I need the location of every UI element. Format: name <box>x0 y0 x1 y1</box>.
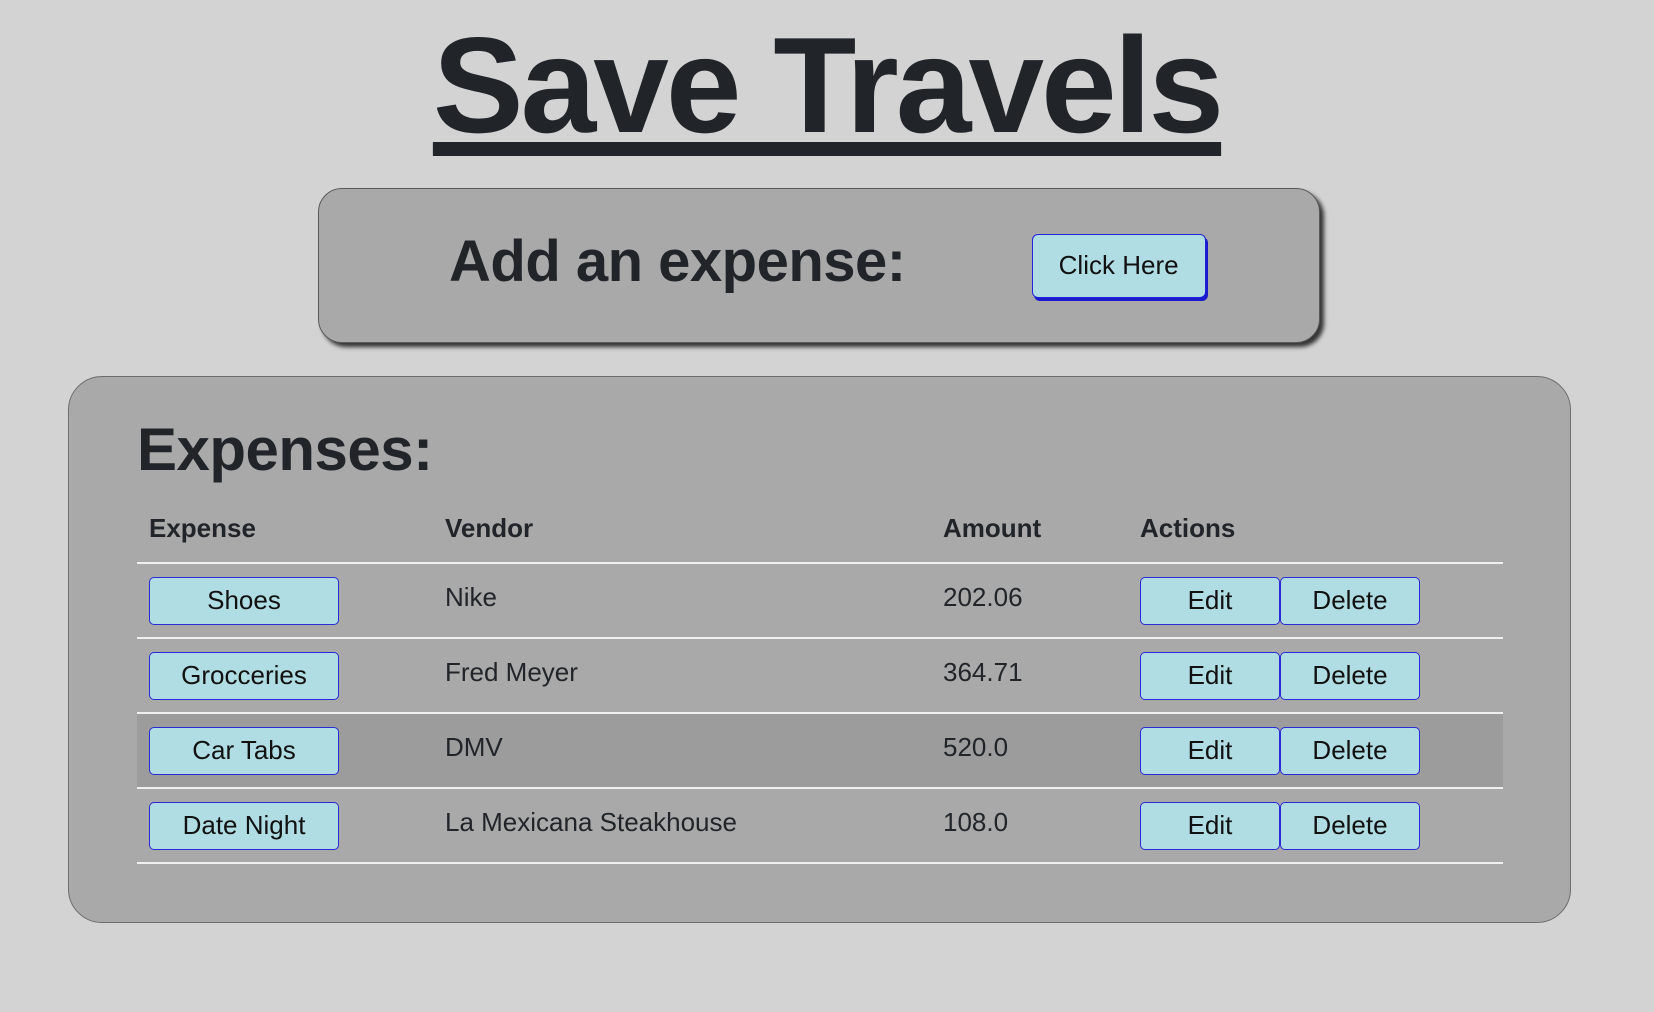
expense-button[interactable]: Grocceries <box>149 651 339 700</box>
column-header-amount: Amount <box>931 509 1128 564</box>
amount-cell: 108.0 <box>931 788 1128 864</box>
amount-cell: 364.71 <box>931 638 1128 714</box>
column-header-vendor: Vendor <box>433 509 931 564</box>
actions-cell: Edit Delete <box>1128 563 1503 639</box>
actions-cell: Edit Delete <box>1128 713 1503 789</box>
expenses-card: Expenses: Expense Vendor Amount Actions … <box>68 376 1571 923</box>
column-header-expense: Expense <box>137 509 433 564</box>
add-expense-button[interactable]: Click Here <box>1031 233 1206 298</box>
vendor-cell: La Mexicana Steakhouse <box>433 788 931 864</box>
expense-button[interactable]: Shoes <box>149 576 339 625</box>
vendor-cell: Nike <box>433 563 931 639</box>
actions-cell: Edit Delete <box>1128 638 1503 714</box>
edit-button[interactable]: Edit <box>1140 801 1280 850</box>
expense-cell: Shoes <box>137 563 433 639</box>
expense-button[interactable]: Date Night <box>149 801 339 850</box>
edit-button[interactable]: Edit <box>1140 576 1280 625</box>
page-title: Save Travels <box>0 10 1654 160</box>
expenses-table: Expense Vendor Amount Actions Shoes Nike… <box>137 509 1503 864</box>
actions-cell: Edit Delete <box>1128 788 1503 864</box>
vendor-cell: DMV <box>433 713 931 789</box>
column-header-actions: Actions <box>1128 509 1503 564</box>
table-row: Shoes Nike 202.06 Edit Delete <box>137 563 1503 639</box>
expense-cell: Car Tabs <box>137 713 433 789</box>
add-expense-label: Add an expense: <box>449 229 906 294</box>
expense-cell: Grocceries <box>137 638 433 714</box>
table-row: Car Tabs DMV 520.0 Edit Delete <box>137 713 1503 789</box>
table-row: Date Night La Mexicana Steakhouse 108.0 … <box>137 788 1503 864</box>
page-title-text: Save Travels <box>432 9 1224 161</box>
delete-button[interactable]: Delete <box>1280 651 1420 700</box>
delete-button[interactable]: Delete <box>1280 801 1420 850</box>
expenses-title: Expenses: <box>137 416 433 483</box>
delete-button[interactable]: Delete <box>1280 576 1420 625</box>
amount-cell: 202.06 <box>931 563 1128 639</box>
vendor-cell: Fred Meyer <box>433 638 931 714</box>
edit-button[interactable]: Edit <box>1140 651 1280 700</box>
table-header-row: Expense Vendor Amount Actions <box>137 509 1503 564</box>
amount-cell: 520.0 <box>931 713 1128 789</box>
expense-button[interactable]: Car Tabs <box>149 726 339 775</box>
delete-button[interactable]: Delete <box>1280 726 1420 775</box>
expense-cell: Date Night <box>137 788 433 864</box>
edit-button[interactable]: Edit <box>1140 726 1280 775</box>
add-expense-panel: Add an expense: Click Here <box>318 188 1320 343</box>
table-row: Grocceries Fred Meyer 364.71 Edit Delete <box>137 638 1503 714</box>
